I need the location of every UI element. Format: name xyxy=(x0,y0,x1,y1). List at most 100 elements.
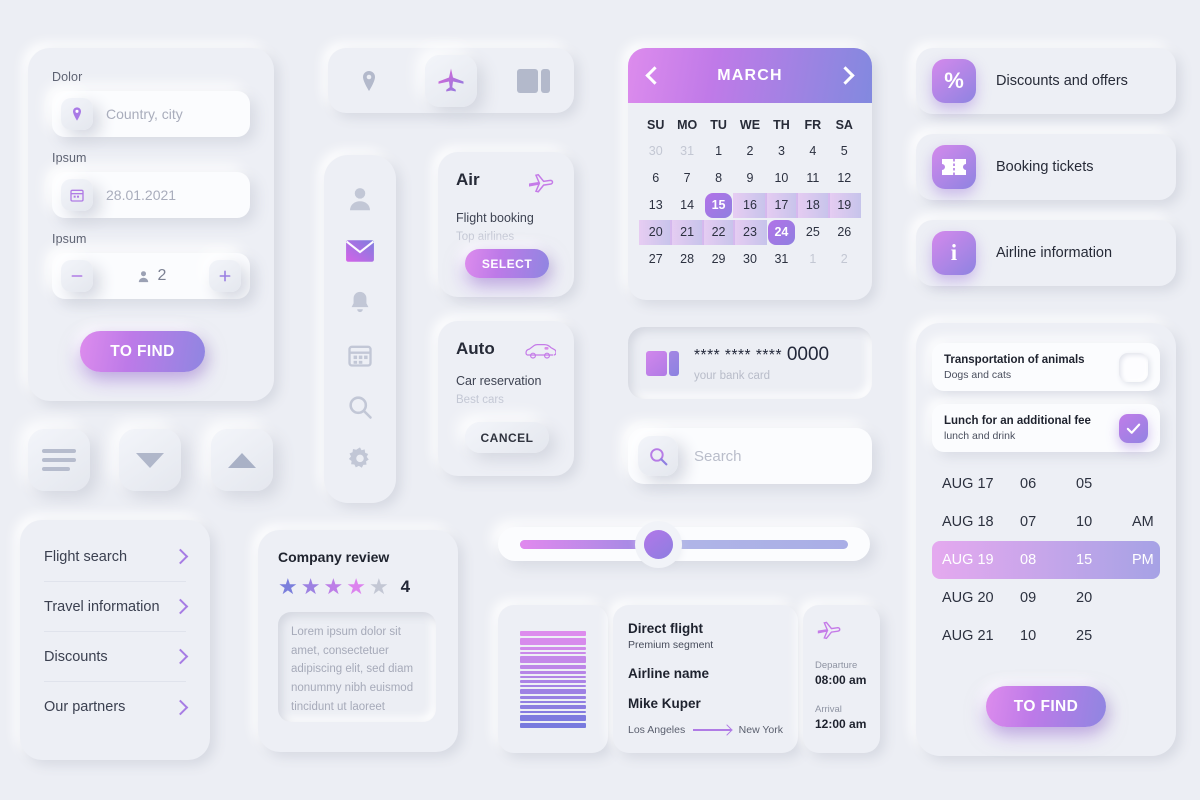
calendar-day[interactable]: 2 xyxy=(734,138,765,165)
calendar-day: 1 xyxy=(809,252,817,266)
menu-button[interactable] xyxy=(28,429,90,491)
tab-cards[interactable] xyxy=(492,48,574,113)
menu-card-airline-info[interactable]: i Airline information xyxy=(916,220,1176,286)
rail-item-mail[interactable] xyxy=(343,234,377,268)
cancel-button[interactable]: CANCEL xyxy=(465,422,549,453)
prev-month-button[interactable] xyxy=(645,66,664,85)
time-table-row[interactable]: AUG 17 06 05 xyxy=(932,465,1160,503)
time-table-row[interactable]: AUG 19 08 15 PM xyxy=(932,541,1160,579)
rail-item-search[interactable] xyxy=(343,390,377,424)
chevron-right-icon xyxy=(172,648,189,665)
sidebar-item-travel-information[interactable]: Travel information xyxy=(44,582,189,632)
calendar-day[interactable]: 15 xyxy=(703,192,734,219)
checkbox-animals[interactable] xyxy=(1119,352,1148,382)
tab-location[interactable] xyxy=(328,48,410,113)
calendar-day[interactable]: 24 xyxy=(766,219,797,246)
sidebar-item-our-partners[interactable]: Our partners xyxy=(44,682,189,732)
service-title: Air xyxy=(456,170,480,189)
calendar-day[interactable]: 18 xyxy=(796,192,831,219)
calendar-day[interactable]: 19 xyxy=(827,192,862,219)
select-button[interactable]: SELECT xyxy=(465,249,549,278)
time-table-cell-h: 10 xyxy=(1020,628,1037,644)
calendar-weekday: FR xyxy=(804,118,822,132)
calendar-day[interactable]: 5 xyxy=(829,138,860,165)
barcode-bar xyxy=(520,700,586,703)
slider-thumb[interactable] xyxy=(643,530,673,559)
nav-label: Travel information xyxy=(44,598,160,615)
calendar-day[interactable]: 14 xyxy=(671,192,702,219)
to-find-button-2[interactable]: TO FIND xyxy=(986,686,1106,727)
time-table-row[interactable]: AUG 21 10 25 xyxy=(932,617,1160,655)
calendar-day[interactable]: 21 xyxy=(670,219,705,246)
calendar-day[interactable]: 1 xyxy=(703,138,734,165)
option-row-animals[interactable]: Transportation of animals Dogs and cats xyxy=(932,343,1160,391)
range-slider[interactable] xyxy=(498,527,870,561)
calendar-icon xyxy=(348,345,372,367)
calendar-day[interactable]: 6 xyxy=(640,165,671,192)
calendar-day[interactable]: 31 xyxy=(766,246,797,273)
collapse-button[interactable] xyxy=(119,429,181,491)
option-row-lunch[interactable]: Lunch for an additional fee lunch and dr… xyxy=(932,404,1160,452)
time-table-cell-date: AUG 18 xyxy=(942,514,994,530)
card-mask: **** **** **** xyxy=(694,347,782,364)
person-icon xyxy=(350,188,370,211)
calendar-day: 30 xyxy=(648,144,663,158)
tab-flights[interactable] xyxy=(410,48,492,113)
calendar-day[interactable]: 20 xyxy=(638,219,673,246)
service-subtitle: Car reservation xyxy=(456,374,542,388)
calendar-day[interactable]: 29 xyxy=(703,246,734,273)
menu-card-booking[interactable]: Booking tickets xyxy=(916,134,1176,200)
calendar-day[interactable]: 3 xyxy=(766,138,797,165)
calendar-day[interactable]: 11 xyxy=(797,165,828,192)
destination-label: Dolor xyxy=(52,70,83,84)
next-month-button[interactable] xyxy=(836,66,855,85)
menu-card-discounts[interactable]: % Discounts and offers xyxy=(916,48,1176,114)
decrement-button[interactable] xyxy=(61,260,93,292)
date-field[interactable]: 28.01.2021 xyxy=(52,172,250,218)
star-rating[interactable]: ★ ★ ★ ★ ★ 4 xyxy=(278,576,438,598)
time-table-row[interactable]: AUG 20 09 20 xyxy=(932,579,1160,617)
calendar-day[interactable]: 7 xyxy=(671,165,702,192)
expand-button[interactable] xyxy=(211,429,273,491)
rail-item-notifications[interactable] xyxy=(343,286,377,320)
barcode-bar xyxy=(520,646,586,650)
barcode-icon xyxy=(520,630,586,728)
calendar-day[interactable]: 12 xyxy=(829,165,860,192)
calendar-day[interactable]: 27 xyxy=(640,246,671,273)
option-title: Lunch for an additional fee xyxy=(944,414,1091,427)
flight-type: Direct flight xyxy=(628,621,704,636)
calendar-day[interactable]: 10 xyxy=(766,165,797,192)
calendar-day[interactable]: 8 xyxy=(703,165,734,192)
rail-item-calendar[interactable] xyxy=(343,338,377,372)
search-box[interactable]: Search xyxy=(628,428,872,484)
chevron-right-icon xyxy=(172,548,189,565)
location-pin-icon xyxy=(363,70,375,91)
destination-field[interactable]: Country, city xyxy=(52,91,250,137)
calendar-day[interactable]: 26 xyxy=(829,219,860,246)
calendar-day[interactable]: 16 xyxy=(733,192,768,219)
checkbox-lunch[interactable] xyxy=(1119,413,1148,443)
calendar-day: 2 xyxy=(840,252,848,266)
calendar-day[interactable]: 28 xyxy=(671,246,702,273)
calendar-day[interactable]: 30 xyxy=(734,246,765,273)
calendar-day[interactable]: 25 xyxy=(797,219,828,246)
card-number: **** **** **** 0000 xyxy=(694,344,829,366)
flight-segment: Premium segment xyxy=(628,639,714,651)
time-table-row[interactable]: AUG 18 07 10 AM xyxy=(932,503,1160,541)
barcode-bar xyxy=(520,704,586,709)
rail-item-profile[interactable] xyxy=(343,182,377,216)
increment-button[interactable] xyxy=(209,260,241,292)
calendar-header: MARCH xyxy=(628,48,872,103)
rail-item-settings[interactable] xyxy=(343,442,377,476)
sidebar-item-discounts[interactable]: Discounts xyxy=(44,632,189,682)
calendar-day[interactable]: 13 xyxy=(640,192,671,219)
calendar-day[interactable]: 17 xyxy=(764,192,799,219)
sidebar-item-flight-search[interactable]: Flight search xyxy=(44,532,189,582)
calendar-day[interactable]: 23 xyxy=(733,219,768,246)
calendar-day[interactable]: 22 xyxy=(701,219,736,246)
calendar-day[interactable]: 9 xyxy=(734,165,765,192)
to-find-button[interactable]: TO FIND xyxy=(80,331,205,372)
calendar-weekday: SU xyxy=(647,118,665,132)
bank-card-row[interactable]: **** **** **** 0000 your bank card xyxy=(628,327,872,399)
calendar-day[interactable]: 4 xyxy=(797,138,828,165)
